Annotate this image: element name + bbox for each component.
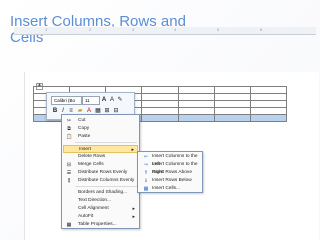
ruler-mark: 6 <box>260 27 263 32</box>
shrink-font-icon[interactable]: A <box>108 96 116 104</box>
document-ruler: 1 2 3 4 5 6 <box>14 27 316 35</box>
ruler-mark: 3 <box>132 27 135 32</box>
context-menu: ✂ Cut ⧉ Copy 📋 Paste Insert ▸ Delete Row… <box>61 114 140 229</box>
menu-item-merge-cells[interactable]: ⊟ Merge Cells <box>63 161 138 169</box>
insert-columns-left-icon: ⇐ <box>143 154 149 160</box>
merge-cells-icon: ⊟ <box>66 162 72 168</box>
ruler-mark: 4 <box>174 27 177 32</box>
insert-cells-icon: ▦ <box>143 186 149 192</box>
menu-item-distribute-rows[interactable]: ☰ Distribute Rows Evenly <box>63 169 138 177</box>
menu-item-delete-rows[interactable]: Delete Rows <box>63 153 138 161</box>
ruler-mark: 2 <box>89 27 92 32</box>
font-size-select[interactable]: 11 <box>82 96 100 105</box>
insert-rows-above-icon: ⇑ <box>143 170 149 176</box>
ruler-mark: 5 <box>217 27 220 32</box>
submenu-arrow-icon: ▸ <box>132 206 135 212</box>
menu-item-table-properties[interactable]: ▦ Table Properties... <box>63 221 138 229</box>
insert-rows-below-icon: ⇓ <box>143 178 149 184</box>
menu-item-autofit[interactable]: AutoFit ▸ <box>63 213 138 221</box>
submenu-item-insert-rows-above[interactable]: ⇑ Insert Rows Above <box>140 169 200 177</box>
menu-item-text-direction[interactable]: Text Direction... <box>63 197 138 205</box>
menu-item-insert[interactable]: Insert ▸ <box>63 145 138 153</box>
scissors-icon: ✂ <box>66 118 72 124</box>
menu-separator <box>75 186 137 187</box>
submenu-item-insert-rows-below[interactable]: ⇓ Insert Rows Below <box>140 177 200 185</box>
bold-icon[interactable]: B <box>51 107 59 115</box>
menu-item-cut[interactable]: ✂ Cut <box>63 117 138 125</box>
copy-icon: ⧉ <box>67 126 71 132</box>
distribute-rows-icon: ☰ <box>66 170 72 176</box>
submenu-item-insert-columns-left[interactable]: ⇐ Insert Columns to the Left <box>140 153 200 167</box>
ruler-mark: 1 <box>45 27 48 32</box>
menu-separator <box>75 142 137 143</box>
menu-item-paste[interactable]: 📋 Paste <box>63 133 138 141</box>
insert-columns-right-icon: ⇒ <box>143 162 149 168</box>
paste-icon: 📋 <box>66 134 73 140</box>
grow-font-icon[interactable]: A <box>100 96 108 104</box>
menu-item-distribute-columns[interactable]: ⫼ Distribute Columns Evenly <box>63 177 138 185</box>
insert-submenu: ⇐ Insert Columns to the Left ⇒ Insert Co… <box>137 151 203 193</box>
table-properties-icon: ▦ <box>66 222 72 228</box>
submenu-arrow-icon: ▸ <box>132 214 135 220</box>
format-painter-icon[interactable]: ✎ <box>116 96 124 104</box>
menu-item-borders-shading[interactable]: Borders and Shading... <box>63 189 138 197</box>
menu-item-cell-alignment[interactable]: Cell Alignment ▸ <box>63 205 138 213</box>
submenu-item-insert-cells[interactable]: ▦ Insert Cells... <box>140 185 200 193</box>
font-family-select[interactable]: Calibri (Bo <box>51 96 82 105</box>
menu-item-copy[interactable]: ⧉ Copy <box>63 125 138 133</box>
distribute-columns-icon: ⫼ <box>67 178 71 184</box>
submenu-item-insert-columns-right[interactable]: ⇒ Insert Columns to the Right <box>140 161 200 175</box>
